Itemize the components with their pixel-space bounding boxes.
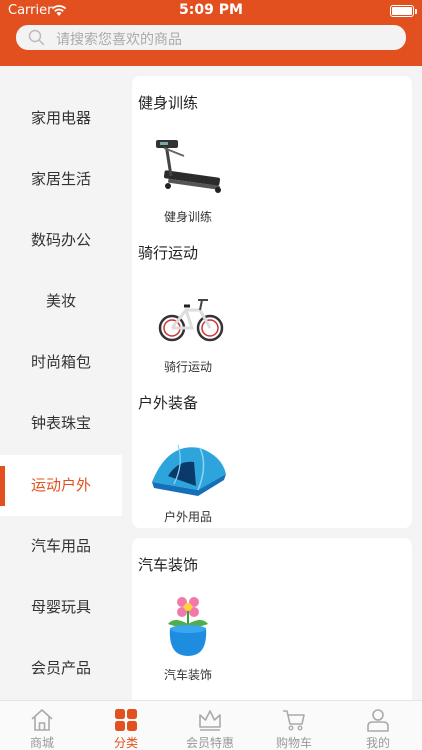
tab-label: 我的 xyxy=(365,736,390,750)
sidebar-item-baby-toys[interactable]: 母婴玩具 xyxy=(0,577,122,638)
bicycle-image xyxy=(158,299,224,342)
crown-icon xyxy=(199,710,221,731)
tab-mine[interactable]: 我的 xyxy=(336,701,420,750)
tab-label: 会员特惠 xyxy=(185,736,234,750)
search-input[interactable]: 请搜索您喜欢的商品 xyxy=(16,25,406,50)
section-title: 汽车装饰 xyxy=(138,556,199,574)
sidebar-item-sports-outdoor[interactable]: 运动户外 xyxy=(0,455,122,516)
tab-label: 商城 xyxy=(29,736,54,750)
sidebar-item-fashion-bags[interactable]: 时尚箱包 xyxy=(0,332,122,393)
section-title: 骑行运动 xyxy=(138,244,199,262)
cart-icon xyxy=(283,710,305,731)
product-label: 汽车装饰 xyxy=(163,668,212,682)
sidebar-item-watches-jewelry[interactable]: 钟表珠宝 xyxy=(0,393,122,454)
section-title: 健身训练 xyxy=(138,94,199,112)
flower-pot-image xyxy=(168,597,208,656)
sidebar-item-digital-office[interactable]: 数码办公 xyxy=(0,210,122,271)
product-label: 健身训练 xyxy=(163,210,212,224)
product-label: 户外用品 xyxy=(163,510,212,524)
battery-icon xyxy=(390,5,417,17)
user-icon xyxy=(367,709,389,732)
subcategory-card: 汽车装饰 汽车装饰 xyxy=(132,538,412,700)
search-icon xyxy=(28,29,45,46)
subcategory-card: 健身训练 健身训练 骑行运动 骑行运动 户外装备 户外用品 xyxy=(132,76,412,528)
tab-category[interactable]: 分类 xyxy=(84,701,168,750)
sidebar-item-appliances[interactable]: 家用电器 xyxy=(0,88,122,149)
tab-label: 购物车 xyxy=(275,736,312,750)
product-item-outdoor[interactable]: 户外用品 xyxy=(138,436,238,525)
tab-bar: 商城 分类 会员特惠 购物车 我的 xyxy=(0,700,422,750)
product-item-car-decoration[interactable]: 汽车装饰 xyxy=(138,594,238,683)
search-placeholder: 请搜索您喜欢的商品 xyxy=(56,32,182,48)
treadmill-image xyxy=(156,140,221,193)
status-time: 5:09 PM xyxy=(179,2,243,18)
tab-label: 分类 xyxy=(113,736,138,750)
header: Carrier 5:09 PM 请搜索您喜欢的商品 xyxy=(0,0,422,66)
product-label: 骑行运动 xyxy=(163,360,212,374)
sidebar-item-member-products[interactable]: 会员产品 xyxy=(0,638,122,699)
tab-mall[interactable]: 商城 xyxy=(0,701,84,750)
sidebar-item-auto-supplies[interactable]: 汽车用品 xyxy=(0,516,122,577)
home-icon xyxy=(31,709,53,731)
product-item-fitness[interactable]: 健身训练 xyxy=(138,136,238,225)
category-grid-icon xyxy=(115,709,137,731)
tab-member-deals[interactable]: 会员特惠 xyxy=(168,701,252,750)
tent-image xyxy=(152,444,226,496)
status-bar: Carrier 5:09 PM xyxy=(0,0,422,22)
tab-cart[interactable]: 购物车 xyxy=(252,701,336,750)
product-item-cycling[interactable]: 骑行运动 xyxy=(138,286,238,375)
sidebar-item-beauty[interactable]: 美妆 xyxy=(0,271,122,332)
category-sidebar: 家用电器 家居生活 数码办公 美妆 时尚箱包 钟表珠宝 运动户外 汽车用品 母婴… xyxy=(0,66,122,700)
section-title: 户外装备 xyxy=(138,394,199,412)
sidebar-item-home-living[interactable]: 家居生活 xyxy=(0,149,122,210)
